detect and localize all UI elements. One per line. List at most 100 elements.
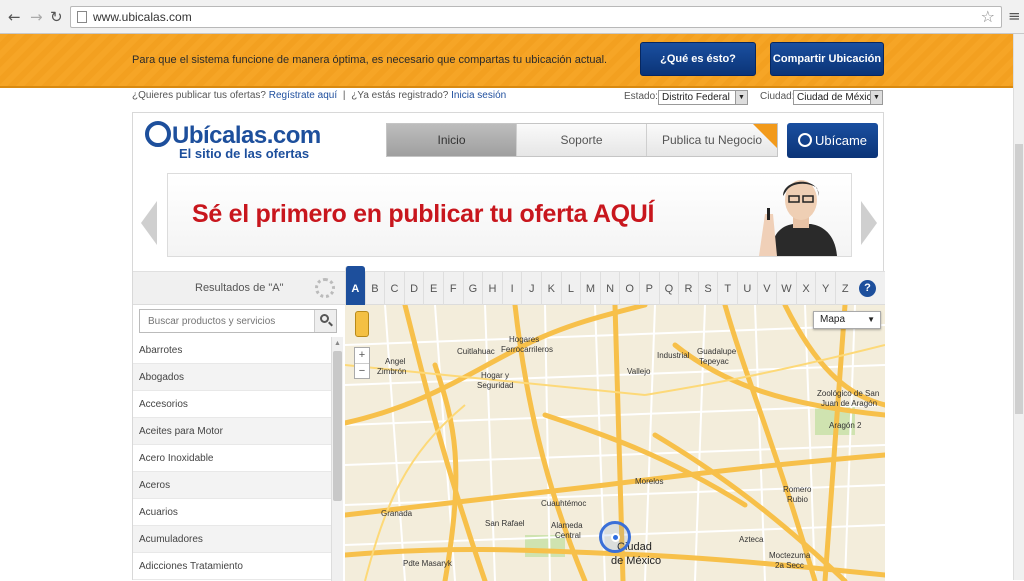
back-arrow-icon[interactable]: ← — [8, 8, 21, 26]
map-label: Aragón 2 — [829, 421, 862, 430]
letter-tab-e[interactable]: E — [423, 272, 443, 306]
address-bar[interactable]: www.ubicalas.com ☆ — [70, 6, 1002, 28]
banner-prev-arrow-icon[interactable] — [141, 201, 157, 245]
letter-tab-k[interactable]: K — [541, 272, 561, 306]
banner-next-arrow-icon[interactable] — [861, 201, 877, 245]
register-link[interactable]: Regístrate aquí — [269, 90, 337, 101]
category-item[interactable]: Abarrotes — [133, 337, 331, 364]
letter-tab-w[interactable]: W — [776, 272, 796, 306]
map-label: Alameda — [551, 521, 583, 530]
letter-tab-g[interactable]: G — [462, 272, 483, 306]
scroll-up-icon[interactable]: ▲ — [334, 340, 341, 347]
category-item[interactable]: Acumuladores — [133, 526, 331, 553]
site-frame: Ubícalas.com El sitio de las ofertas Ini… — [132, 112, 885, 581]
corner-ribbon-icon — [753, 124, 777, 148]
publish-question: ¿Quieres publicar tus ofertas? Regístrat… — [132, 90, 507, 101]
site-logo[interactable]: Ubícalas.com El sitio de las ofertas — [145, 121, 321, 161]
search-button[interactable] — [314, 310, 336, 332]
logo-tagline: El sitio de las ofertas — [179, 146, 310, 161]
tab-publica-negocio[interactable]: Publica tu Negocio — [647, 124, 777, 156]
location-message: Para que el sistema funcione de manera ó… — [132, 54, 608, 66]
search-input[interactable] — [140, 310, 310, 332]
share-location-button[interactable]: Compartir Ubicación — [770, 42, 884, 76]
map-view[interactable]: + − Mapa ▼ Hogares Ferrocarrileros Indus… — [345, 305, 885, 581]
gear-icon[interactable] — [315, 278, 335, 298]
woman-illustration-icon — [731, 174, 851, 256]
map-label: 2a Secc — [775, 561, 804, 570]
map-label: Juan de Aragón — [821, 399, 878, 408]
ubicame-button[interactable]: Ubícame — [787, 123, 878, 158]
url-text: www.ubicalas.com — [93, 10, 192, 24]
page-scrollbar[interactable] — [1013, 34, 1024, 580]
letter-tab-o[interactable]: O — [619, 272, 639, 306]
bookmark-star-icon[interactable]: ☆ — [981, 7, 995, 26]
reload-icon[interactable]: ↻ — [50, 8, 63, 26]
top-links-row: ¿Quieres publicar tus ofertas? Regístrat… — [0, 88, 1024, 108]
login-link[interactable]: Inicia sesión — [451, 90, 506, 101]
tab-soporte[interactable]: Soporte — [517, 124, 647, 156]
letter-tab-m[interactable]: M — [580, 272, 600, 306]
map-label: Moctezuma — [769, 551, 811, 560]
letter-tab-p[interactable]: P — [639, 272, 659, 306]
letter-tab-t[interactable]: T — [717, 272, 737, 306]
letter-tab-h[interactable]: H — [482, 272, 502, 306]
zoom-out-button[interactable]: − — [355, 363, 369, 378]
map-label: Romero — [783, 485, 812, 494]
browser-toolbar: ← → ↻ www.ubicalas.com ☆ ≡ — [0, 0, 1024, 34]
letter-tab-l[interactable]: L — [560, 272, 581, 306]
category-item[interactable]: Accesorios — [133, 391, 331, 418]
state-label: Estado: — [624, 91, 658, 102]
category-item[interactable]: Adicciones Tratamiento — [133, 553, 331, 580]
zoom-in-button[interactable]: + — [355, 348, 369, 363]
help-icon[interactable]: ? — [859, 280, 876, 297]
map-label: Zoológico de San — [817, 389, 880, 398]
page-scroll-thumb[interactable] — [1015, 144, 1023, 414]
street-view-pegman-icon[interactable] — [355, 311, 369, 337]
letter-tab-j[interactable]: J — [521, 272, 541, 306]
browser-menu-icon[interactable]: ≡ — [1008, 7, 1021, 25]
state-select[interactable]: Distrito Federal ▼ — [658, 90, 748, 105]
category-scrollbar[interactable]: ▲ — [331, 337, 343, 581]
alphabet-filter-bar: Resultados de "A" ABCDEFGHIJKLMNOPQRSTUV… — [133, 266, 885, 306]
promo-banner[interactable]: Sé el primero en publicar tu oferta AQUÍ — [167, 173, 852, 257]
letter-tab-n[interactable]: N — [599, 272, 620, 306]
results-label: Resultados de "A" — [195, 282, 284, 294]
letter-tab-b[interactable]: B — [364, 272, 385, 306]
scroll-thumb[interactable] — [333, 351, 342, 501]
zoom-control: + − — [354, 347, 370, 379]
location-request-bar: Para que el sistema funcione de manera ó… — [0, 34, 1024, 88]
letter-tab-c[interactable]: C — [384, 272, 404, 306]
category-item[interactable]: Acero Inoxidable — [133, 445, 331, 472]
chevron-down-icon: ▼ — [735, 91, 747, 104]
chevron-down-icon: ▼ — [867, 315, 875, 324]
map-label: de México — [611, 555, 662, 567]
category-item[interactable]: Aceites para Motor — [133, 418, 331, 445]
map-label: Guadalupe — [697, 347, 737, 356]
letter-tab-u[interactable]: U — [737, 272, 757, 306]
letter-tab-i[interactable]: I — [501, 272, 522, 306]
category-item[interactable]: Abogados — [133, 364, 331, 391]
letter-tab-r[interactable]: R — [678, 272, 698, 306]
search-box — [139, 309, 337, 333]
city-select[interactable]: Ciudad de Méxic ▼ — [793, 90, 883, 105]
letter-tab-y[interactable]: Y — [815, 272, 835, 306]
map-type-select[interactable]: Mapa ▼ — [813, 311, 881, 329]
map-label: Morelos — [635, 477, 664, 486]
forward-arrow-icon[interactable]: → — [30, 8, 43, 26]
map-label: Cuitlahuac — [457, 347, 495, 356]
what-is-this-button[interactable]: ¿Qué es ésto? — [640, 42, 756, 76]
tab-inicio[interactable]: Inicio — [387, 124, 517, 156]
letter-tab-s[interactable]: S — [697, 272, 718, 306]
map-label: Industrial — [657, 351, 690, 360]
letter-tab-d[interactable]: D — [403, 272, 424, 306]
letter-tab-a[interactable]: A — [345, 266, 365, 306]
letter-tab-x[interactable]: X — [795, 272, 816, 306]
letter-tab-v[interactable]: V — [756, 272, 777, 306]
category-item[interactable]: Acuarios — [133, 499, 331, 526]
letter-tab-z[interactable]: Z — [835, 272, 855, 306]
letter-tab-f[interactable]: F — [443, 272, 463, 306]
category-item[interactable]: Aceros — [133, 472, 331, 499]
current-location-marker[interactable] — [599, 521, 631, 553]
letter-tab-q[interactable]: Q — [658, 272, 679, 306]
map-label: Central — [555, 531, 581, 540]
